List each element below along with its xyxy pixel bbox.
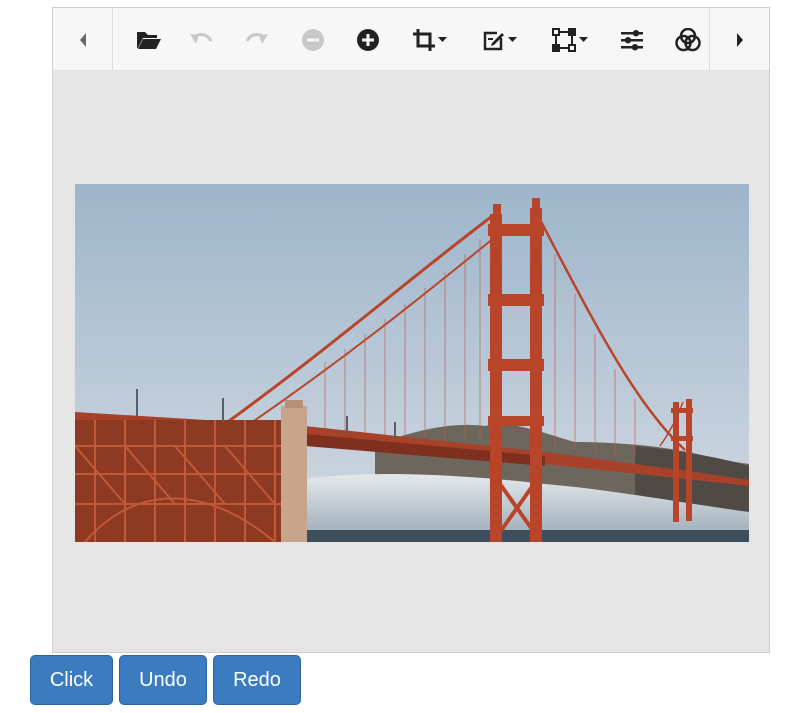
filter-button[interactable] [668, 8, 708, 71]
crop-dropdown-button[interactable] [407, 8, 453, 71]
crop-icon [413, 28, 435, 51]
image-editor [52, 7, 770, 653]
zoom-in-button[interactable] [348, 8, 388, 71]
redo-toolbar-button[interactable] [237, 8, 277, 71]
open-image-button[interactable] [129, 8, 169, 71]
golden-gate-bridge-photo [75, 184, 749, 542]
zoom-in-icon [357, 28, 379, 51]
caret-left-icon [79, 32, 86, 47]
click-button[interactable]: Click [30, 655, 113, 705]
toolbar-scroll-left-button[interactable] [53, 8, 113, 71]
chevron-down-icon [508, 36, 517, 42]
undo-icon [190, 32, 213, 44]
edit-icon [483, 31, 504, 50]
undo-button[interactable]: Undo [119, 655, 207, 705]
zoom-out-button[interactable] [293, 8, 333, 71]
zoom-out-icon [302, 28, 324, 51]
transform-icon [552, 27, 576, 52]
toolbar [53, 8, 769, 71]
chevron-down-icon [579, 36, 588, 42]
filter-icon [675, 27, 701, 51]
adjust-button[interactable] [612, 8, 652, 71]
redo-button[interactable]: Redo [213, 655, 301, 705]
sliders-icon [621, 29, 643, 50]
caret-right-icon [736, 32, 743, 47]
folder-open-icon [137, 31, 161, 49]
transform-dropdown-button[interactable] [547, 8, 593, 71]
toolbar-scroll-right-button[interactable] [709, 8, 769, 71]
image-canvas[interactable] [53, 71, 769, 653]
chevron-down-icon [438, 36, 447, 42]
redo-icon [245, 32, 268, 44]
annotate-dropdown-button[interactable] [477, 8, 523, 71]
undo-toolbar-button[interactable] [181, 8, 221, 71]
